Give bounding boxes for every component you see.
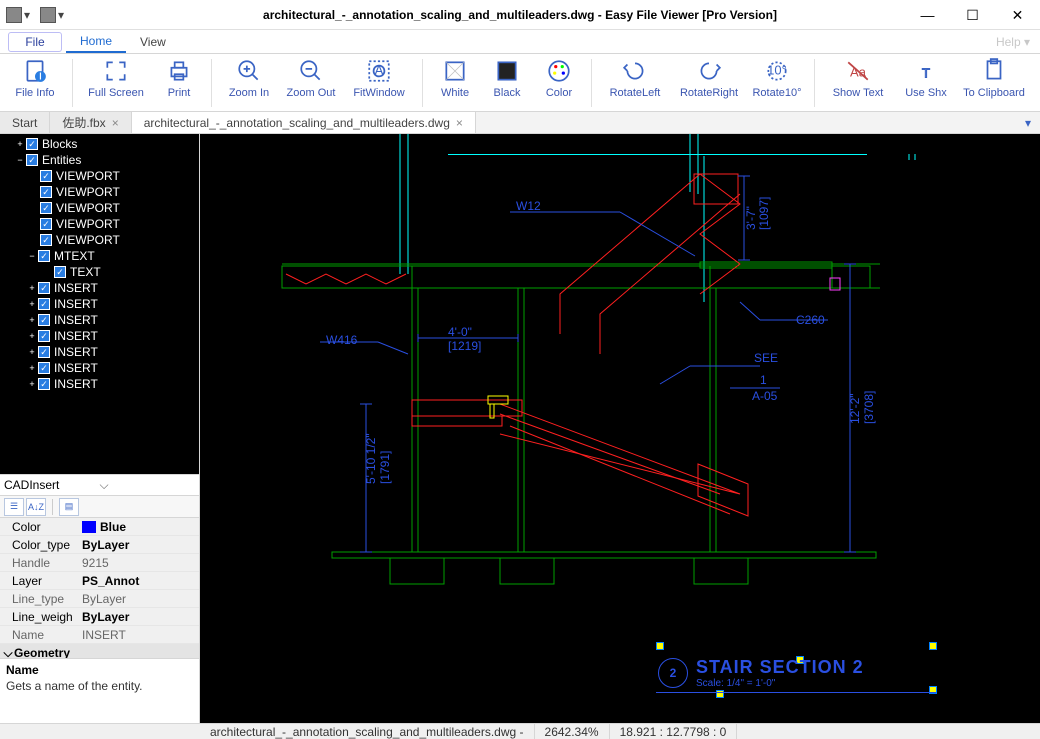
- zoom-in-icon: [235, 57, 263, 85]
- detail-bubble: 2: [658, 658, 688, 688]
- zoom-out-button[interactable]: Zoom Out: [280, 55, 342, 109]
- drawing-title: STAIR SECTION 2: [696, 657, 864, 678]
- svg-text:5'-10 1/2": 5'-10 1/2": [364, 433, 378, 484]
- rotate-right-button[interactable]: RotateRight: [672, 55, 746, 109]
- fullscreen-icon: [102, 57, 130, 85]
- qat-icon-2[interactable]: [40, 7, 56, 23]
- close-icon[interactable]: ×: [112, 116, 119, 130]
- svg-text:[1219]: [1219]: [448, 339, 481, 353]
- show-text-button[interactable]: Aa Show Text: [821, 55, 895, 109]
- svg-text:12'-2": 12'-2": [848, 393, 862, 424]
- status-filename: architectural_-_annotation_scaling_and_m…: [200, 724, 535, 739]
- rotate-left-button[interactable]: RotateLeft: [598, 55, 672, 109]
- clipboard-icon: [980, 57, 1008, 85]
- file-menu-button[interactable]: File: [8, 32, 62, 52]
- grip-handle[interactable]: [656, 642, 664, 650]
- chevron-down-icon[interactable]: ⌵: [2, 646, 14, 659]
- color-swatch: [82, 521, 96, 533]
- color-palette-icon: [545, 57, 573, 85]
- chevron-down-icon: ⌵: [100, 478, 196, 493]
- document-tab-dwg[interactable]: architectural_-_annotation_scaling_and_m…: [132, 112, 476, 133]
- svg-text:3'-7": 3'-7": [744, 206, 758, 230]
- property-description: Name Gets a name of the entity.: [0, 658, 199, 723]
- menu-bar: File Home View Help ▾: [0, 30, 1040, 54]
- svg-text:A: A: [375, 62, 384, 77]
- svg-text:1: 1: [760, 373, 767, 387]
- svg-text:[3708]: [3708]: [862, 391, 876, 424]
- svg-text:C260: C260: [796, 313, 825, 327]
- white-bg-icon: [441, 57, 469, 85]
- status-coords: 18.921 : 12.7798 : 0: [610, 724, 738, 739]
- use-shx-button[interactable]: T Use Shx: [895, 55, 957, 109]
- svg-text:SEE: SEE: [754, 351, 778, 365]
- svg-text:i: i: [39, 67, 42, 82]
- tab-home[interactable]: Home: [66, 30, 126, 53]
- fit-window-button[interactable]: A FitWindow: [342, 55, 416, 109]
- svg-text:[1791]: [1791]: [378, 451, 392, 484]
- drawing-title-block: 2 STAIR SECTION 2 Scale: 1/4" = 1'-0": [658, 657, 864, 689]
- svg-text:[1097]: [1097]: [757, 197, 771, 230]
- property-toolbar: ☰ A↓Z ▤: [0, 496, 199, 518]
- rotate-right-icon: [695, 57, 723, 85]
- tab-view[interactable]: View: [126, 30, 180, 53]
- status-zoom: 2642.34%: [535, 724, 610, 739]
- full-screen-button[interactable]: Full Screen: [79, 55, 153, 109]
- svg-text:A-05: A-05: [752, 389, 778, 403]
- zoom-in-button[interactable]: Zoom In: [218, 55, 280, 109]
- alphabetical-view-button[interactable]: A↓Z: [26, 498, 46, 516]
- fit-window-icon: A: [365, 57, 393, 85]
- show-text-icon: Aa: [844, 57, 872, 85]
- property-grid[interactable]: ColorBlue Color_typeByLayer Handle9215 L…: [0, 518, 199, 658]
- drawing-scale: Scale: 1/4" = 1'-0": [696, 678, 864, 689]
- rotate-left-icon: [621, 57, 649, 85]
- drawing-svg: W12 W416 4'-0" [1219] 3'-7" [1097] C260 …: [200, 134, 1040, 707]
- entity-type-selector[interactable]: CADInsert⌵: [0, 474, 199, 496]
- file-info-icon: i: [21, 57, 49, 85]
- shx-icon: T: [912, 57, 940, 85]
- black-bg-button[interactable]: Black: [481, 55, 533, 109]
- sidebar: +✓Blocks −✓Entities ✓VIEWPORT ✓VIEWPORT …: [0, 134, 200, 723]
- help-menu[interactable]: Help ▾: [986, 30, 1040, 53]
- close-icon[interactable]: ×: [456, 116, 463, 130]
- document-tab-strip: Start 佐助.fbx× architectural_-_annotation…: [0, 112, 1040, 134]
- window-minimize-button[interactable]: —: [905, 0, 950, 30]
- to-clipboard-button[interactable]: To Clipboard: [957, 55, 1031, 109]
- document-tab-fbx[interactable]: 佐助.fbx×: [50, 112, 131, 133]
- white-bg-button[interactable]: White: [429, 55, 481, 109]
- file-info-button[interactable]: i File Info: [4, 55, 66, 109]
- zoom-out-icon: [297, 57, 325, 85]
- qat-icon-1[interactable]: [6, 7, 22, 23]
- color-button[interactable]: Color: [533, 55, 585, 109]
- window-close-button[interactable]: ✕: [995, 0, 1040, 30]
- ribbon-toolbar: i File Info Full Screen Print Zoom In Zo…: [0, 54, 1040, 112]
- svg-text:W12: W12: [516, 199, 541, 213]
- print-icon: [165, 57, 193, 85]
- entity-tree[interactable]: +✓Blocks −✓Entities ✓VIEWPORT ✓VIEWPORT …: [0, 134, 199, 474]
- window-maximize-button[interactable]: ☐: [950, 0, 995, 30]
- grip-handle[interactable]: [929, 642, 937, 650]
- rotate-10-button[interactable]: 10° Rotate10°: [746, 55, 808, 109]
- print-button[interactable]: Print: [153, 55, 205, 109]
- window-titlebar: ▾ ▾ architectural_-_annotation_scaling_a…: [0, 0, 1040, 30]
- svg-text:T: T: [922, 65, 930, 80]
- title-underline: [656, 692, 936, 693]
- rotate-10-icon: 10°: [763, 57, 791, 85]
- svg-text:4'-0": 4'-0": [448, 325, 472, 339]
- document-tab-start[interactable]: Start: [0, 112, 50, 133]
- property-pages-button[interactable]: ▤: [59, 498, 79, 516]
- tab-overflow-button[interactable]: ▾: [1016, 112, 1040, 133]
- categorized-view-button[interactable]: ☰: [4, 498, 24, 516]
- window-title: architectural_-_annotation_scaling_and_m…: [0, 8, 1040, 22]
- svg-text:10°: 10°: [767, 62, 787, 77]
- status-bar: architectural_-_annotation_scaling_and_m…: [0, 723, 1040, 739]
- black-bg-icon: [493, 57, 521, 85]
- cad-viewport[interactable]: W12 W416 4'-0" [1219] 3'-7" [1097] C260 …: [200, 134, 1040, 723]
- svg-text:W416: W416: [326, 333, 358, 347]
